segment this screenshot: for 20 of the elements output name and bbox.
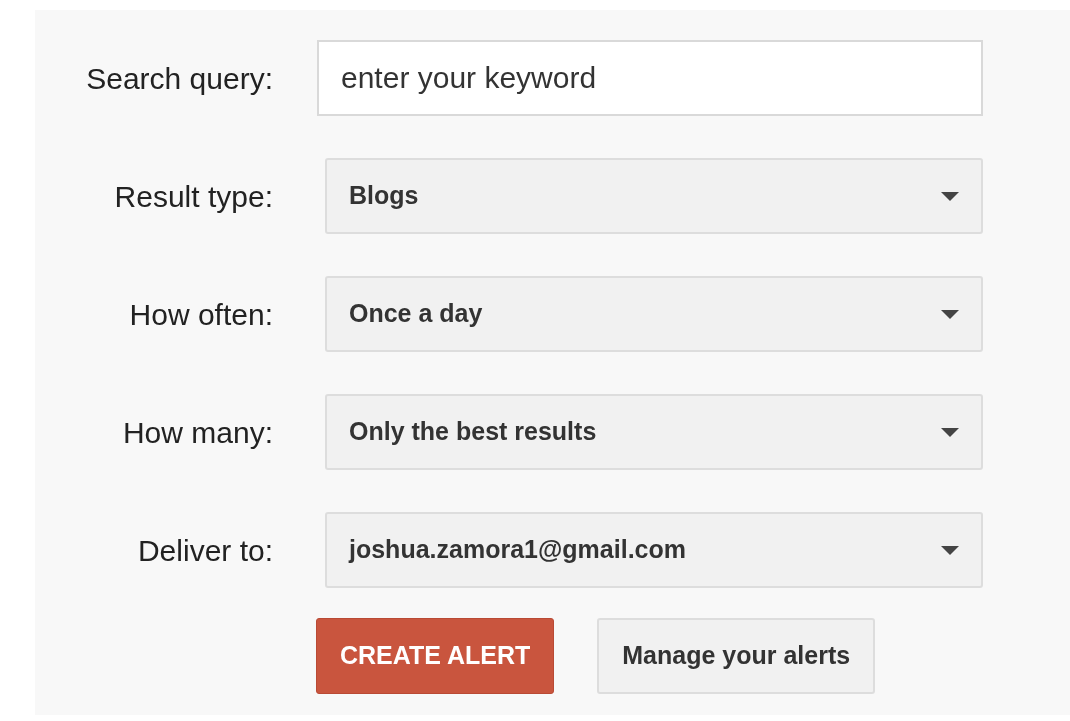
dropdown-value: joshua.zamora1@gmail.com [349,534,686,566]
dropdown[interactable]: Once a day [325,276,983,352]
dropdown[interactable]: joshua.zamora1@gmail.com [325,512,983,588]
dropdown[interactable]: Blogs [325,158,983,234]
search-field[interactable]: enter your keyword [317,40,983,116]
caret-icon [941,309,959,319]
dropdown-value: Once a day [349,298,483,330]
create-alert-button[interactable]: CREATE ALERT [316,618,555,694]
field-label: Search query: [85,60,273,97]
field-label: Deliver to: [136,532,273,569]
field-label: Result type: [113,178,273,215]
field-label: How many: [121,414,273,451]
dropdown-value: Blogs [349,180,419,212]
caret-icon [941,191,959,201]
caret-icon [941,545,959,555]
manage-alerts-button[interactable]: Manage your alerts [597,618,876,694]
caret-icon [941,427,959,437]
field-label: How often: [128,296,273,333]
dropdown[interactable]: Only the best results [325,394,983,470]
dropdown-value: Only the best results [349,416,597,448]
